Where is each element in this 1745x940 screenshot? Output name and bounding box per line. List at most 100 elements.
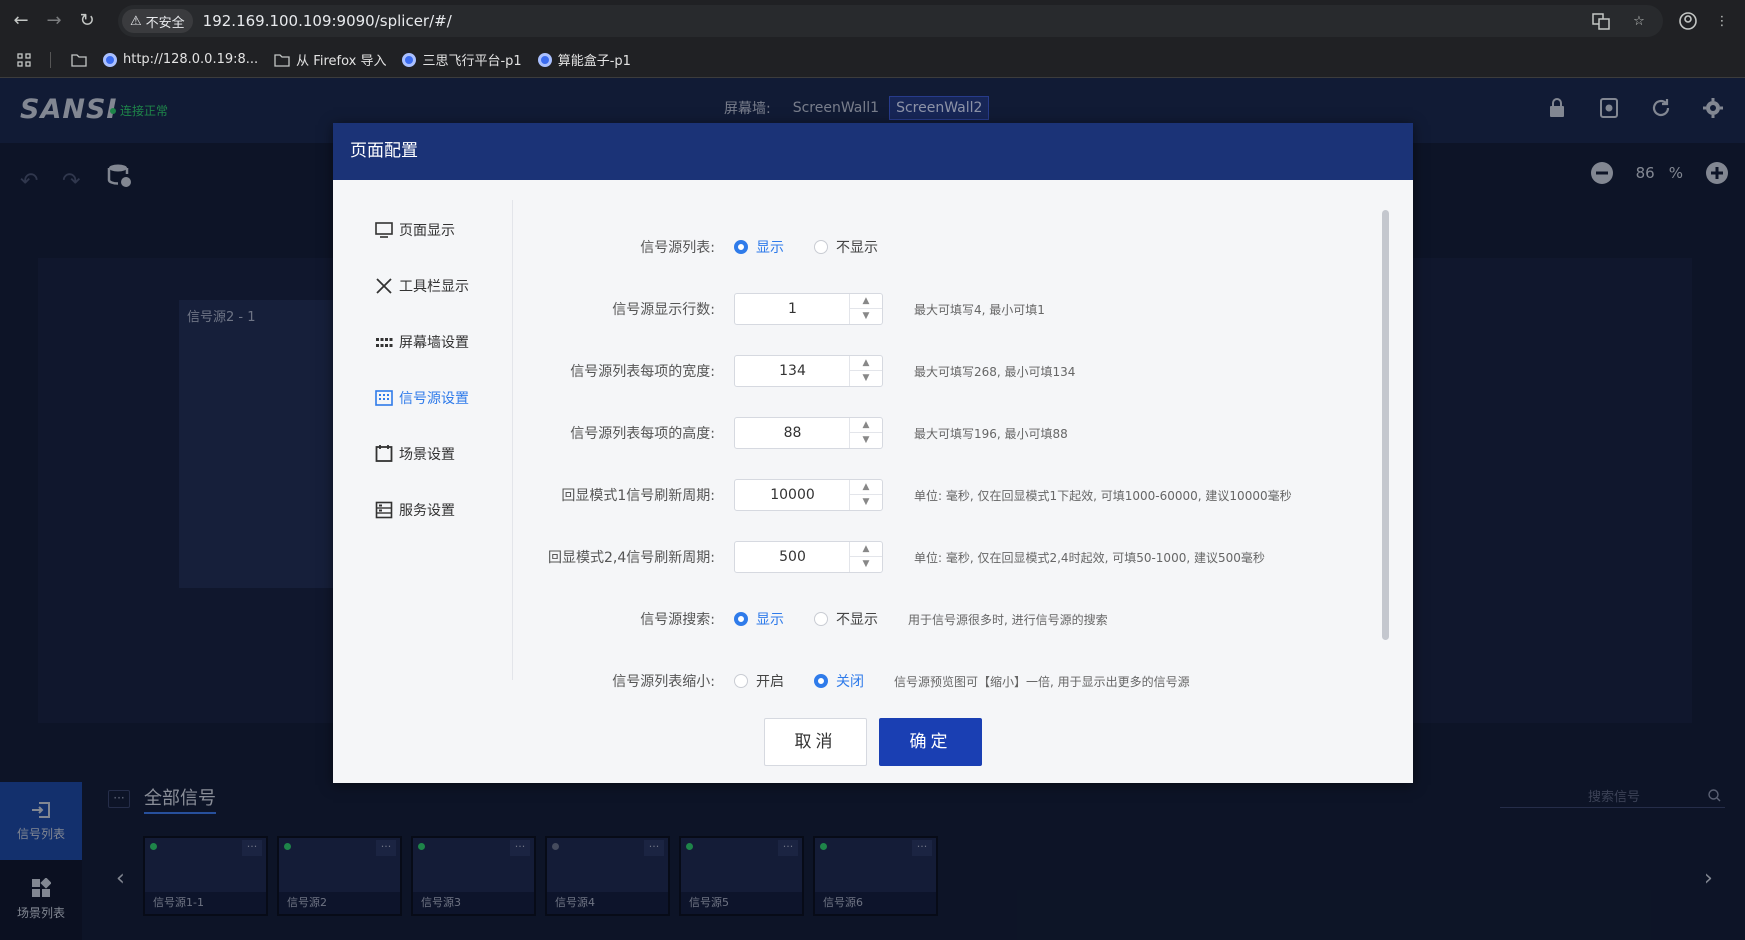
profile-icon[interactable]: [1676, 9, 1700, 33]
increment-icon[interactable]: ▲: [850, 294, 882, 309]
field-hint: 单位: 毫秒, 仅在回显模式2,4时起效, 可填50-1000, 建议500毫秒: [914, 550, 1265, 565]
nav-item-scene-settings[interactable]: 场景设置: [375, 444, 455, 464]
dialog-title: 页面配置: [333, 123, 1413, 180]
server-icon: [375, 501, 393, 519]
decrement-icon[interactable]: ▼: [850, 557, 882, 572]
nav-item-label: 工具栏显示: [399, 279, 469, 295]
field-label: 信号源列表每项的高度:: [570, 426, 715, 442]
field-label: 信号源列表:: [640, 240, 715, 256]
back-icon[interactable]: ←: [9, 9, 33, 33]
field-hint: 信号源预览图可【缩小】一倍, 用于显示出更多的信号源: [894, 674, 1190, 689]
bookmark-label: 三思飞行平台-p1: [422, 54, 522, 69]
field-hint: 最大可填写196, 最小可填88: [914, 426, 1068, 441]
decrement-icon[interactable]: ▼: [850, 309, 882, 324]
security-indicator[interactable]: ⚠ 不安全: [122, 9, 193, 33]
search-hide-radio[interactable]: 不显示: [814, 609, 878, 629]
source-list-show-radio[interactable]: 显示: [734, 237, 784, 257]
rows-row: 信号源显示行数: 1 ▲ ▼ 最大可填写4, 最小可填1: [514, 292, 1384, 326]
bookmark-label: http://128.0.0.19:8...: [123, 52, 259, 67]
radio-dot-icon: [814, 612, 828, 626]
site-icon: [537, 52, 552, 67]
shrink-off-radio[interactable]: 关闭: [814, 671, 864, 691]
mode1-stepper[interactable]: 10000 ▲ ▼: [734, 479, 883, 511]
nav-item-page-display[interactable]: 页面显示: [375, 220, 455, 240]
radio-label: 开启: [756, 674, 784, 690]
radio-label: 关闭: [836, 674, 864, 690]
radio-label: 显示: [756, 240, 784, 256]
site-icon: [402, 52, 417, 67]
nav-item-label: 信号源设置: [399, 391, 469, 407]
mode24-row: 回显模式2,4信号刷新周期: 500 ▲ ▼ 单位: 毫秒, 仅在回显模式2,4时起…: [514, 540, 1384, 574]
stepper-value[interactable]: 500: [735, 542, 850, 572]
field-hint: 单位: 毫秒, 仅在回显模式1下起效, 可填1000-60000, 建议1000…: [914, 488, 1292, 503]
translate-icon[interactable]: [1589, 9, 1613, 33]
bookmark-item[interactable]: 算能盒子-p1: [537, 50, 631, 69]
radio-dot-icon: [814, 674, 828, 688]
field-label: 信号源显示行数:: [612, 302, 715, 318]
decrement-icon[interactable]: ▼: [850, 433, 882, 448]
mode1-row: 回显模式1信号刷新周期: 10000 ▲ ▼ 单位: 毫秒, 仅在回显模式1下起效,…: [514, 478, 1384, 512]
bookmark-label: 算能盒子-p1: [557, 54, 631, 69]
folder-icon[interactable]: [67, 48, 91, 72]
increment-icon[interactable]: ▲: [850, 542, 882, 557]
search-row: 信号源搜索: 显示 不显示 用于信号源很多时, 进行信号源的搜索: [514, 602, 1384, 636]
page-config-dialog: 页面配置 页面显示 工具栏显示 屏幕墙设置 信号源设置 场景设置 服务设置 信号…: [333, 123, 1413, 783]
mode24-stepper[interactable]: 500 ▲ ▼: [734, 541, 883, 573]
bookmark-star-icon[interactable]: ☆: [1627, 9, 1651, 33]
radio-label: 不显示: [836, 612, 878, 628]
forward-icon[interactable]: →: [42, 9, 66, 33]
nav-item-service-settings[interactable]: 服务设置: [375, 500, 455, 520]
radio-dot-icon: [734, 240, 748, 254]
keyboard-icon: [375, 390, 393, 406]
nav-item-toolbar-display[interactable]: 工具栏显示: [375, 276, 469, 296]
rows-stepper[interactable]: 1 ▲ ▼: [734, 293, 883, 325]
frame-icon: [375, 445, 393, 462]
nav-item-source-settings[interactable]: 信号源设置: [375, 388, 469, 408]
browser-toolbar: ← → ↻ ⚠ 不安全 192.169.100.109:9090/splicer…: [0, 0, 1745, 42]
decrement-icon[interactable]: ▼: [850, 371, 882, 386]
bookmark-item[interactable]: 三思飞行平台-p1: [402, 50, 522, 69]
bookmark-item[interactable]: 从 Firefox 导入: [274, 50, 386, 69]
confirm-button[interactable]: 确定: [879, 718, 982, 766]
url-text[interactable]: 192.169.100.109:9090/splicer/#/: [203, 12, 452, 30]
scrollbar-thumb[interactable]: [1382, 210, 1389, 640]
radio-dot-icon: [734, 612, 748, 626]
stepper-value[interactable]: 1: [735, 294, 850, 324]
nav-item-label: 服务设置: [399, 503, 455, 519]
bookmark-label: 从 Firefox 导入: [296, 54, 387, 69]
monitor-icon: [375, 222, 393, 238]
field-label: 信号源搜索:: [640, 612, 715, 628]
reload-icon[interactable]: ↻: [75, 9, 99, 33]
field-label: 回显模式1信号刷新周期:: [561, 488, 715, 504]
tools-icon: [376, 278, 392, 294]
stepper-value[interactable]: 134: [735, 356, 850, 386]
increment-icon[interactable]: ▲: [850, 480, 882, 495]
security-label: 不安全: [145, 15, 185, 31]
apps-icon[interactable]: [12, 48, 36, 72]
width-row: 信号源列表每项的宽度: 134 ▲ ▼ 最大可填写268, 最小可填134: [514, 354, 1384, 388]
site-icon: [103, 52, 117, 67]
form-scrollbar[interactable]: [1380, 200, 1390, 670]
shrink-row: 信号源列表缩小: 开启 关闭 信号源预览图可【缩小】一倍, 用于显示出更多的信号…: [514, 664, 1384, 698]
menu-icon[interactable]: ⋮: [1710, 9, 1734, 33]
stepper-value[interactable]: 88: [735, 418, 850, 448]
search-show-radio[interactable]: 显示: [734, 609, 784, 629]
nav-item-label: 页面显示: [399, 223, 455, 239]
width-stepper[interactable]: 134 ▲ ▼: [734, 355, 883, 387]
cancel-button[interactable]: 取消: [764, 718, 867, 766]
radio-dot-icon: [814, 240, 828, 254]
source-list-hide-radio[interactable]: 不显示: [814, 237, 878, 257]
bookmark-item[interactable]: http://128.0.0.19:8...: [103, 52, 258, 67]
stepper-value[interactable]: 10000: [735, 480, 850, 510]
height-stepper[interactable]: 88 ▲ ▼: [734, 417, 883, 449]
address-bar[interactable]: ⚠ 不安全 192.169.100.109:9090/splicer/#/ ☆: [118, 5, 1663, 37]
field-label: 回显模式2,4信号刷新周期:: [548, 550, 715, 566]
increment-icon[interactable]: ▲: [850, 356, 882, 371]
source-list-row: 信号源列表: 显示 不显示: [514, 230, 1384, 264]
bookmarks-bar: http://128.0.0.19:8... 从 Firefox 导入 三思飞行…: [0, 42, 1745, 78]
shrink-on-radio[interactable]: 开启: [734, 671, 784, 691]
field-hint: 用于信号源很多时, 进行信号源的搜索: [908, 612, 1108, 627]
nav-item-screenwall-settings[interactable]: 屏幕墙设置: [375, 332, 469, 352]
increment-icon[interactable]: ▲: [850, 418, 882, 433]
decrement-icon[interactable]: ▼: [850, 495, 882, 510]
